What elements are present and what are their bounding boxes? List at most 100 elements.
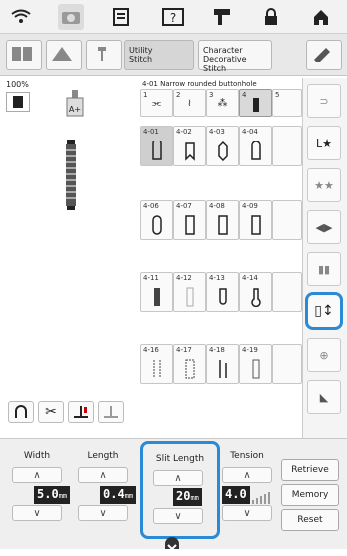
width-down-button[interactable]: ∨ [12, 505, 62, 521]
reset-button[interactable]: Reset [281, 509, 339, 531]
stitch-4-09[interactable]: 4-09 [239, 200, 272, 240]
length-down-button[interactable]: ∨ [78, 505, 128, 521]
thread-loop-icon: ⊃ [319, 94, 329, 108]
memory-button[interactable]: Memory [281, 484, 339, 506]
tension-control: Tension ∧ 4.0 ∨ [216, 439, 278, 535]
pivot-button[interactable] [98, 401, 124, 423]
character-decorative-button[interactable]: Character Decorative Stitch [198, 40, 272, 73]
twin-needle-icon: ▮▮ [317, 262, 331, 276]
stitch-4-04[interactable]: 4-04 [239, 126, 272, 166]
slit-length-button[interactable]: ▯↕ [305, 292, 343, 330]
document-icon[interactable] [108, 4, 134, 30]
memory-label: Memory [291, 490, 329, 500]
stitch-4-14[interactable]: 4-14 [239, 272, 272, 312]
edit-pencil-icon[interactable] [306, 40, 342, 70]
presser-foot-icon: A+ [64, 90, 86, 120]
stitch-4-07[interactable]: 4-07 [173, 200, 206, 240]
twin-needle-button[interactable]: ▮▮ [307, 252, 341, 286]
wifi-icon[interactable] [8, 4, 34, 30]
category-tab-2[interactable]: 2 ≀ [173, 89, 206, 117]
needle-position-button[interactable] [68, 401, 94, 423]
stitch-edit-button[interactable]: L★ [307, 126, 341, 160]
stitch-4-18[interactable]: 4-18 [206, 344, 239, 384]
stitch-preview [66, 140, 76, 210]
zoom-button[interactable] [6, 92, 30, 112]
stitch-edit-icon: L★ [316, 136, 332, 150]
stitch-number: 4-06 [143, 202, 159, 210]
lock-icon[interactable] [258, 4, 284, 30]
utility-stitch-button[interactable]: Utility Stitch [124, 40, 194, 70]
scroll-down-handle[interactable] [165, 537, 179, 551]
stitch-4-03[interactable]: 4-03 [206, 126, 239, 166]
chevron-down-icon: ∨ [174, 510, 182, 522]
tension-down-button[interactable]: ∨ [222, 505, 272, 521]
stitch-4-16[interactable]: 4-16 [140, 344, 173, 384]
stitch-number: 4-07 [176, 202, 192, 210]
book-icon[interactable] [6, 40, 42, 70]
star-pattern-button[interactable]: ★★ [307, 168, 341, 202]
slit-length-up-button[interactable]: ∧ [153, 470, 203, 486]
tension-label: Tension [230, 451, 264, 461]
stitch-4-13[interactable]: 4-13 [206, 272, 239, 312]
satin-buttonhole-icon [153, 288, 160, 306]
category-tab-3[interactable]: 3 ⁂ [206, 89, 239, 117]
grid-header: 4-01 Narrow rounded buttonhole [142, 80, 257, 88]
tension-up-button[interactable]: ∧ [222, 467, 272, 483]
stitch-partial[interactable] [272, 272, 302, 312]
stitch-4-19[interactable]: 4-19 [239, 344, 272, 384]
stitch-number: 4-04 [242, 128, 258, 136]
needle-icon[interactable] [86, 40, 122, 70]
width-up-button[interactable]: ∧ [12, 467, 62, 483]
buttonhole-icon [217, 141, 228, 161]
settings-panel: Width ∧ 5.0mm ∨ Length ∧ 0.4mm ∨ Slit Le… [0, 438, 347, 551]
chevron-down-icon: ∨ [33, 507, 41, 519]
stitch-4-08[interactable]: 4-08 [206, 200, 239, 240]
stitch-4-06[interactable]: 4-06 [140, 200, 173, 240]
stitch-partial[interactable] [272, 344, 302, 384]
zoom-label: 100% [6, 80, 29, 89]
tab-number: 4 [242, 91, 247, 99]
slit-length-down-button[interactable]: ∨ [153, 508, 203, 524]
chevron-up-icon: ∧ [33, 469, 41, 481]
needle-plate-button[interactable]: ⊕ [307, 338, 341, 372]
stitch-4-17[interactable]: 4-17 [173, 344, 206, 384]
triangle-icon[interactable] [46, 40, 82, 70]
category-tab-4[interactable]: 4 [239, 89, 272, 117]
retrieve-button[interactable]: Retrieve [281, 459, 339, 481]
stitch-partial[interactable] [272, 126, 302, 166]
buttonhole-icon [184, 142, 195, 161]
tension-gauge-icon [252, 489, 274, 504]
stitch-number: 4-13 [209, 274, 225, 282]
svg-text:A+: A+ [69, 105, 81, 114]
thread-loop-button[interactable]: ⊃ [307, 84, 341, 118]
help-icon[interactable]: ? [160, 4, 186, 30]
svg-text:?: ? [170, 11, 176, 25]
width-unit: mm [58, 492, 68, 500]
slit-length-number: 20 [176, 489, 191, 503]
stitch-4-12[interactable]: 4-12 [173, 272, 206, 312]
slit-length-value: 20mm [173, 488, 202, 506]
stitch-partial[interactable] [272, 200, 302, 240]
flag-button[interactable]: ◣ [307, 380, 341, 414]
home-icon[interactable] [308, 4, 334, 30]
buttonhole-icon [151, 215, 162, 235]
buttonhole-icon [250, 141, 261, 160]
stitch-4-11[interactable]: 4-11 [140, 272, 173, 312]
category-tab-5[interactable]: 5 [272, 89, 302, 117]
character-decorative-label: Character Decorative Stitch [203, 46, 247, 73]
sewing-icon[interactable] [210, 4, 236, 30]
stitch-4-02[interactable]: 4-02 [173, 126, 206, 166]
needle-mode-button[interactable] [8, 401, 34, 423]
stitch-number: 4-02 [176, 128, 192, 136]
stitch-4-01[interactable]: 4-01 [140, 126, 173, 166]
camera-icon[interactable] [58, 4, 84, 30]
width-label: Width [23, 451, 51, 461]
category-tab-1[interactable]: 1 ⫘ [140, 89, 173, 117]
stitch-number: 4-18 [209, 346, 225, 354]
buttonhole-icon [252, 98, 259, 112]
mirror-button[interactable]: ◀▶ [307, 210, 341, 244]
length-up-button[interactable]: ∧ [78, 467, 128, 483]
stitch-number: 4-01 [143, 128, 159, 136]
chevron-up-icon: ∧ [99, 469, 107, 481]
thread-cut-button[interactable]: ✂ [38, 401, 64, 423]
